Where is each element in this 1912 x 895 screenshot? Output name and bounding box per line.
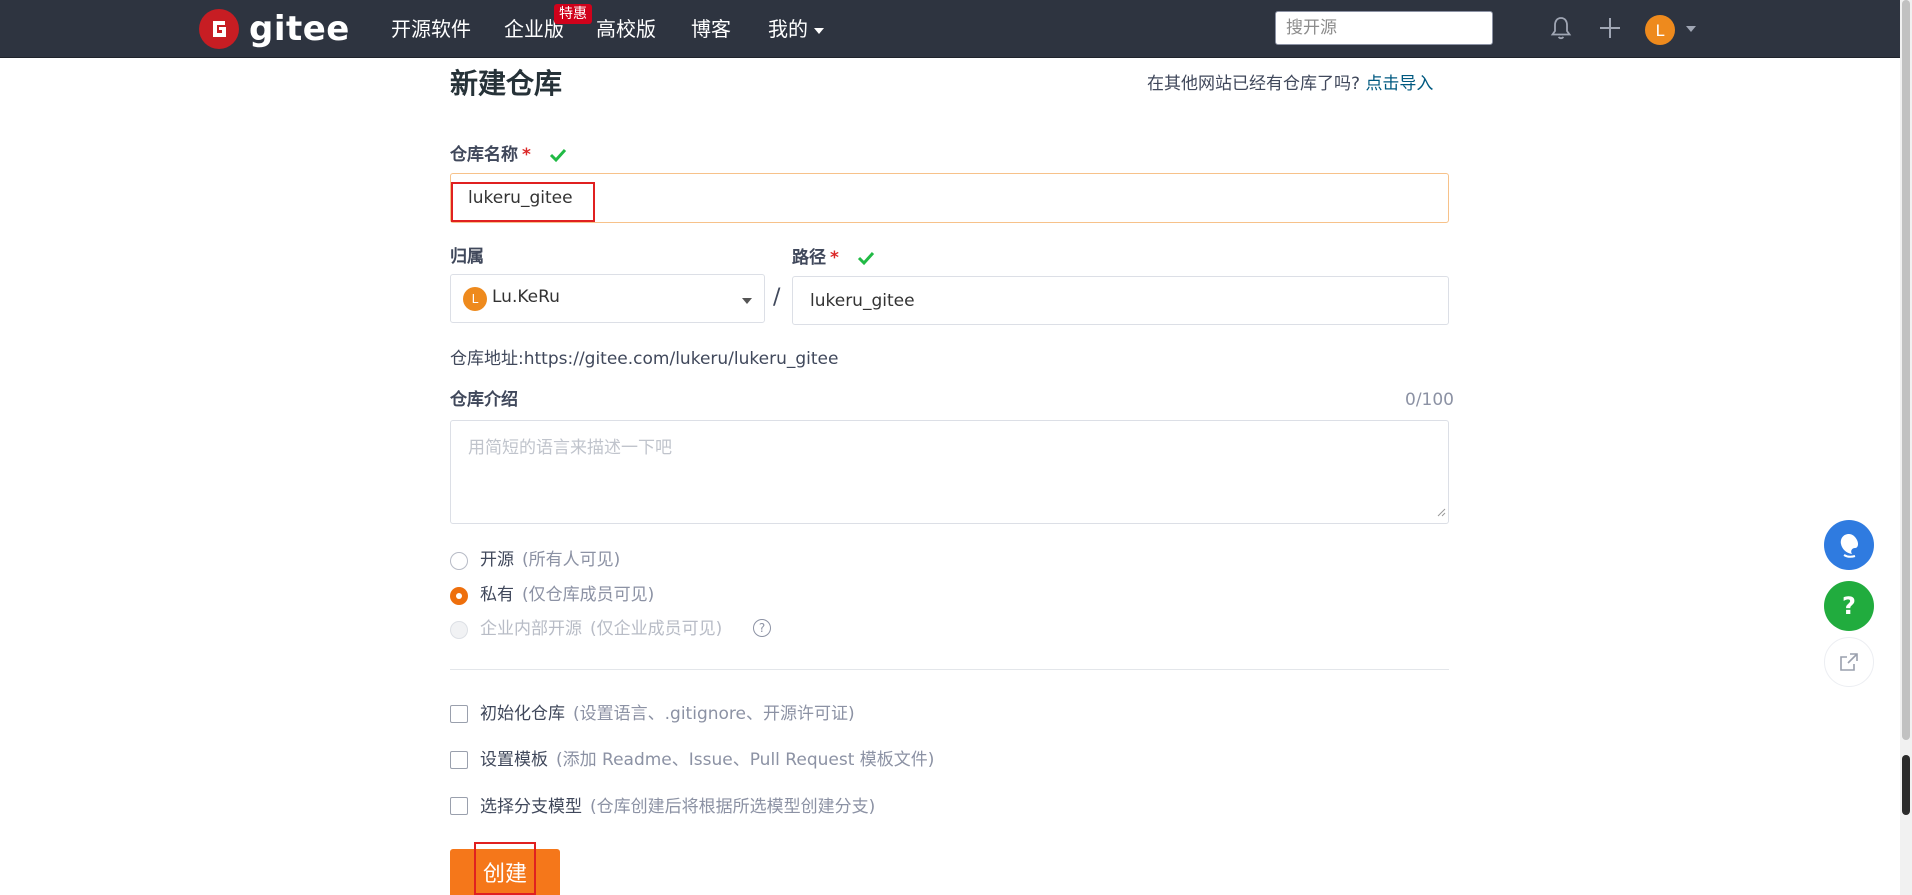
- repo-address: 仓库地址:https://gitee.com/lukeru/lukeru_git…: [450, 347, 838, 371]
- radio-open-source-label[interactable]: 开源 (所有人可见): [480, 548, 620, 572]
- nav-mine-label: 我的: [768, 17, 808, 41]
- path-separator: /: [773, 285, 781, 310]
- avatar-chevron-down-icon[interactable]: [1686, 26, 1696, 32]
- intro-char-count: 0/100: [1405, 390, 1454, 410]
- intro-placeholder: 用简短的语言来描述一下吧: [468, 438, 672, 458]
- import-link[interactable]: 点击导入: [1365, 74, 1433, 94]
- valid-check-icon: [857, 249, 875, 273]
- radio-enterprise-internal-label: 企业内部开源 (仅企业成员可见): [480, 617, 722, 641]
- checkbox-set-template[interactable]: [450, 751, 468, 769]
- gitee-logo-icon: [199, 9, 239, 49]
- import-prompt-text: 在其他网站已经有仓库了吗?: [1147, 74, 1361, 94]
- checkbox-set-template-label[interactable]: 设置模板 (添加 Readme、Issue、Pull Request 模板文件): [480, 748, 934, 772]
- checkbox-branch-model[interactable]: [450, 797, 468, 815]
- radio-enterprise-internal-text: 企业内部开源: [480, 619, 582, 639]
- highlight-box-create: [474, 842, 536, 895]
- init-repo-note: (设置语言、.gitignore、开源许可证): [573, 704, 855, 724]
- radio-open-source-text: 开源: [480, 550, 514, 570]
- intro-label: 仓库介绍: [450, 390, 518, 410]
- path-value: lukeru_gitee: [810, 290, 915, 311]
- resize-grip-icon[interactable]: [1436, 502, 1446, 521]
- repo-name-input[interactable]: lukeru_gitee: [450, 173, 1449, 223]
- repo-address-value: https://gitee.com/lukeru/lukeru_gitee: [523, 349, 839, 369]
- radio-private-text: 私有: [480, 585, 514, 605]
- nav-university[interactable]: 高校版: [596, 16, 656, 42]
- required-mark: *: [830, 248, 839, 268]
- radio-private[interactable]: [450, 587, 468, 605]
- owner-label: 归属: [450, 247, 484, 267]
- radio-enterprise-internal: [450, 621, 468, 639]
- divider: [450, 669, 1449, 670]
- top-navbar: gitee 开源软件 企业版 特惠 高校版 博客 我的 L: [0, 0, 1900, 58]
- highlight-box-repo-name: [451, 182, 595, 222]
- repo-name-label: 仓库名称 *: [450, 143, 567, 170]
- search-input[interactable]: [1275, 11, 1493, 45]
- radio-private-label[interactable]: 私有 (仅仓库成员可见): [480, 583, 654, 607]
- branch-model-note: (仓库创建后将根据所选模型创建分支): [590, 797, 876, 817]
- promo-badge: 特惠: [554, 4, 592, 24]
- help-button[interactable]: ?: [1824, 581, 1874, 631]
- radio-private-note: (仅仓库成员可见): [522, 585, 655, 605]
- chevron-down-icon: [742, 298, 752, 304]
- nav-blog[interactable]: 博客: [691, 16, 731, 42]
- repo-name-label-text: 仓库名称: [450, 145, 518, 165]
- radio-open-source-note: (所有人可见): [522, 550, 621, 570]
- scrollbar-marker: [1902, 755, 1910, 815]
- share-icon[interactable]: [1824, 637, 1874, 687]
- help-circle-icon[interactable]: ?: [753, 619, 771, 637]
- init-repo-text: 初始化仓库: [480, 704, 565, 724]
- owner-value: Lu.KeRu: [492, 287, 560, 307]
- nav-mine[interactable]: 我的: [768, 16, 824, 42]
- checkbox-branch-model-label[interactable]: 选择分支模型 (仓库创建后将根据所选模型创建分支): [480, 795, 875, 819]
- radio-open-source[interactable]: [450, 552, 468, 570]
- scrollbar-thumb[interactable]: [1902, 0, 1910, 740]
- radio-enterprise-internal-note: (仅企业成员可见): [590, 619, 723, 639]
- checkbox-init-repo[interactable]: [450, 705, 468, 723]
- page-title: 新建仓库: [450, 67, 563, 100]
- required-mark: *: [522, 145, 531, 165]
- plus-icon[interactable]: [1596, 14, 1624, 42]
- owner-avatar: L: [463, 287, 487, 311]
- repo-address-label: 仓库地址:: [450, 349, 524, 369]
- import-prompt: 在其他网站已经有仓库了吗? 点击导入: [1147, 72, 1433, 96]
- chat-bird-icon[interactable]: [1824, 520, 1874, 570]
- path-label: 路径 *: [792, 246, 875, 273]
- set-template-text: 设置模板: [480, 750, 548, 770]
- path-input[interactable]: lukeru_gitee: [792, 276, 1449, 325]
- gitee-logo[interactable]: gitee: [199, 7, 350, 51]
- bell-icon[interactable]: [1547, 14, 1575, 42]
- valid-check-icon: [549, 146, 567, 170]
- owner-select[interactable]: L Lu.KeRu: [450, 274, 765, 323]
- chevron-down-icon: [814, 27, 824, 34]
- checkbox-init-repo-label[interactable]: 初始化仓库 (设置语言、.gitignore、开源许可证): [480, 702, 855, 726]
- logo-text: gitee: [249, 9, 350, 49]
- intro-textarea[interactable]: 用简短的语言来描述一下吧: [450, 420, 1449, 524]
- set-template-note: (添加 Readme、Issue、Pull Request 模板文件): [556, 750, 935, 770]
- branch-model-text: 选择分支模型: [480, 797, 582, 817]
- nav-open-source[interactable]: 开源软件: [391, 16, 471, 42]
- path-label-text: 路径: [792, 248, 826, 268]
- user-avatar[interactable]: L: [1645, 15, 1675, 45]
